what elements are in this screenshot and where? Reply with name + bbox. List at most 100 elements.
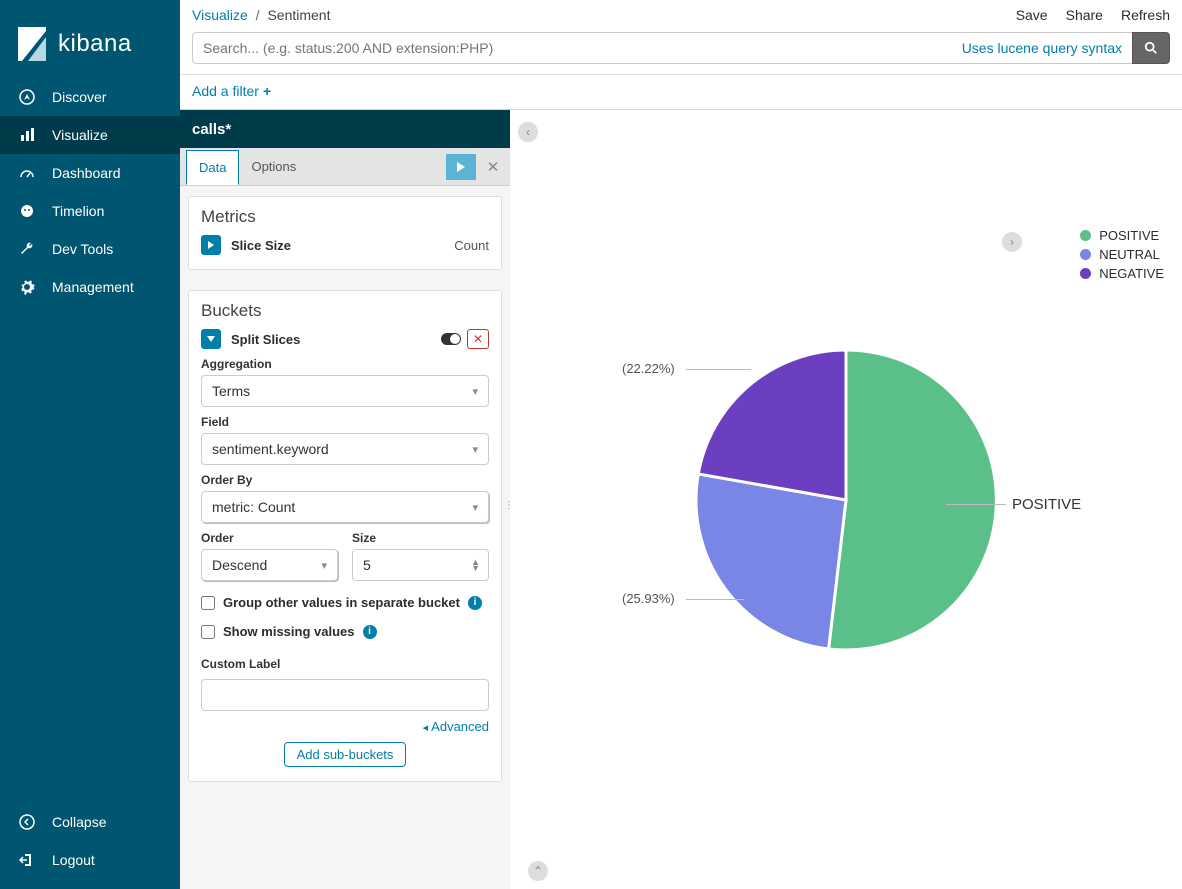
nav-label: Dev Tools <box>52 241 113 257</box>
logout-icon <box>18 851 36 869</box>
tab-options[interactable]: Options <box>239 150 308 183</box>
nav-dashboard[interactable]: Dashboard <box>0 154 180 192</box>
nav-devtools[interactable]: Dev Tools <box>0 230 180 268</box>
group-other-row[interactable]: Group other values in separate bucket i <box>201 595 489 610</box>
gear-icon <box>18 278 36 296</box>
leader-line <box>686 369 751 370</box>
share-link[interactable]: Share <box>1066 7 1103 23</box>
pie-slice-neutral[interactable] <box>696 474 846 649</box>
search-box: Uses lucene query syntax <box>192 32 1132 64</box>
pie-label-positive: POSITIVE <box>1012 496 1081 513</box>
nav-discover[interactable]: Discover <box>0 78 180 116</box>
advanced-toggle[interactable]: Advanced <box>201 719 489 734</box>
order-select[interactable]: Descend▾ <box>201 549 338 581</box>
legend-item-neutral[interactable]: NEUTRAL <box>1080 247 1164 262</box>
search-input[interactable] <box>203 40 954 56</box>
info-icon[interactable]: i <box>363 625 377 639</box>
search-icon <box>1144 41 1158 55</box>
breadcrumb-root[interactable]: Visualize <box>192 7 248 23</box>
legend-toggle-button[interactable]: › <box>1002 232 1022 252</box>
size-input[interactable]: 5▲▼ <box>352 549 489 581</box>
brand-text: kibana <box>58 30 132 58</box>
pie-chart-wrap: (22.22%) POSITIVE (25.93%) <box>510 350 1182 650</box>
breadcrumb: Visualize / Sentiment <box>192 7 331 23</box>
custom-label-label: Custom Label <box>201 657 489 671</box>
add-filter-link[interactable]: Add a filter+ <box>192 83 271 99</box>
save-link[interactable]: Save <box>1016 7 1048 23</box>
kibana-logo-icon <box>18 27 46 61</box>
chevron-updown-icon: ▾ <box>321 559 327 572</box>
pie-slice-negative[interactable] <box>698 350 846 500</box>
leader-line <box>946 504 1006 505</box>
info-icon[interactable]: i <box>468 596 482 610</box>
legend-swatch <box>1080 249 1091 260</box>
pie-label-negative: (22.22%) <box>622 361 675 376</box>
pie-slice-positive[interactable] <box>829 350 996 650</box>
nav-timelion[interactable]: Timelion <box>0 192 180 230</box>
field-select[interactable]: sentiment.keyword▾ <box>201 433 489 465</box>
metric-row: Slice Size Count <box>201 235 489 255</box>
add-filter-label: Add a filter <box>192 83 259 99</box>
bucket-delete-button[interactable]: ✕ <box>467 329 489 349</box>
search-button[interactable] <box>1132 32 1170 64</box>
tab-data[interactable]: Data <box>186 150 239 185</box>
syntax-link[interactable]: Uses lucene query syntax <box>954 40 1122 56</box>
refresh-link[interactable]: Refresh <box>1121 7 1170 23</box>
split-slices-label: Split Slices <box>231 332 300 347</box>
nav-management[interactable]: Management <box>0 268 180 306</box>
custom-label-input[interactable] <box>201 679 489 711</box>
breadcrumb-current: Sentiment <box>267 7 330 23</box>
breadcrumb-sep: / <box>256 7 260 23</box>
discard-button[interactable]: ✕ <box>476 154 510 180</box>
vis-up-button[interactable]: ⌃ <box>528 861 548 881</box>
show-missing-checkbox[interactable] <box>201 625 215 639</box>
order-label: Order <box>201 531 338 545</box>
chevron-down-icon: ▾ <box>472 443 478 456</box>
show-missing-label: Show missing values <box>223 624 355 639</box>
orderby-select[interactable]: metric: Count▾ <box>201 491 489 523</box>
pie-chart[interactable]: (22.22%) POSITIVE (25.93%) <box>696 350 996 650</box>
slice-size-label: Slice Size <box>231 238 291 253</box>
lion-icon <box>18 202 36 220</box>
legend: POSITIVE NEUTRAL NEGATIVE <box>1080 228 1164 285</box>
brand: kibana <box>0 0 180 78</box>
compass-icon <box>18 88 36 106</box>
nav-label: Timelion <box>52 203 104 219</box>
legend-item-negative[interactable]: NEGATIVE <box>1080 266 1164 281</box>
plus-icon: + <box>263 83 271 99</box>
size-label: Size <box>352 531 489 545</box>
nav-label: Management <box>52 279 134 295</box>
chevron-updown-icon: ▾ <box>472 501 478 514</box>
bucket-enable-switch[interactable] <box>441 333 461 345</box>
stepper-icon: ▲▼ <box>471 559 478 571</box>
main: Visualize / Sentiment Save Share Refresh… <box>180 0 1182 889</box>
top-actions: Save Share Refresh <box>1016 7 1170 23</box>
close-icon: ✕ <box>473 332 483 346</box>
buckets-card: Buckets Split Slices ✕ Aggregation Terms… <box>188 290 502 782</box>
bucket-toggle[interactable] <box>201 329 221 349</box>
caret-right-icon <box>207 241 215 249</box>
topbar: Visualize / Sentiment Save Share Refresh <box>180 0 1182 26</box>
aggregation-label: Aggregation <box>201 357 489 371</box>
search-row: Uses lucene query syntax <box>180 26 1182 74</box>
gauge-icon <box>18 164 36 182</box>
group-other-checkbox[interactable] <box>201 596 215 610</box>
nav-visualize[interactable]: Visualize <box>0 116 180 154</box>
wrench-icon <box>18 240 36 258</box>
nav-collapse[interactable]: Collapse <box>0 803 180 841</box>
add-sub-buckets-button[interactable]: Add sub-buckets <box>284 742 407 767</box>
nav-logout[interactable]: Logout <box>0 841 180 879</box>
buckets-title: Buckets <box>201 301 489 321</box>
show-missing-row[interactable]: Show missing values i <box>201 624 489 639</box>
apply-button[interactable] <box>446 154 476 180</box>
vis-prev-button[interactable]: ‹ <box>518 122 538 142</box>
slice-size-value: Count <box>454 238 489 253</box>
legend-item-positive[interactable]: POSITIVE <box>1080 228 1164 243</box>
aggregation-select[interactable]: Terms▾ <box>201 375 489 407</box>
bar-chart-icon <box>18 126 36 144</box>
nav-label: Discover <box>52 89 106 105</box>
sidebar: kibana Discover Visualize Dashboard Time… <box>0 0 180 889</box>
metric-toggle[interactable] <box>201 235 221 255</box>
group-other-label: Group other values in separate bucket <box>223 595 460 610</box>
workspace: calls* Data Options ✕ Metrics Slice Size… <box>180 109 1182 889</box>
